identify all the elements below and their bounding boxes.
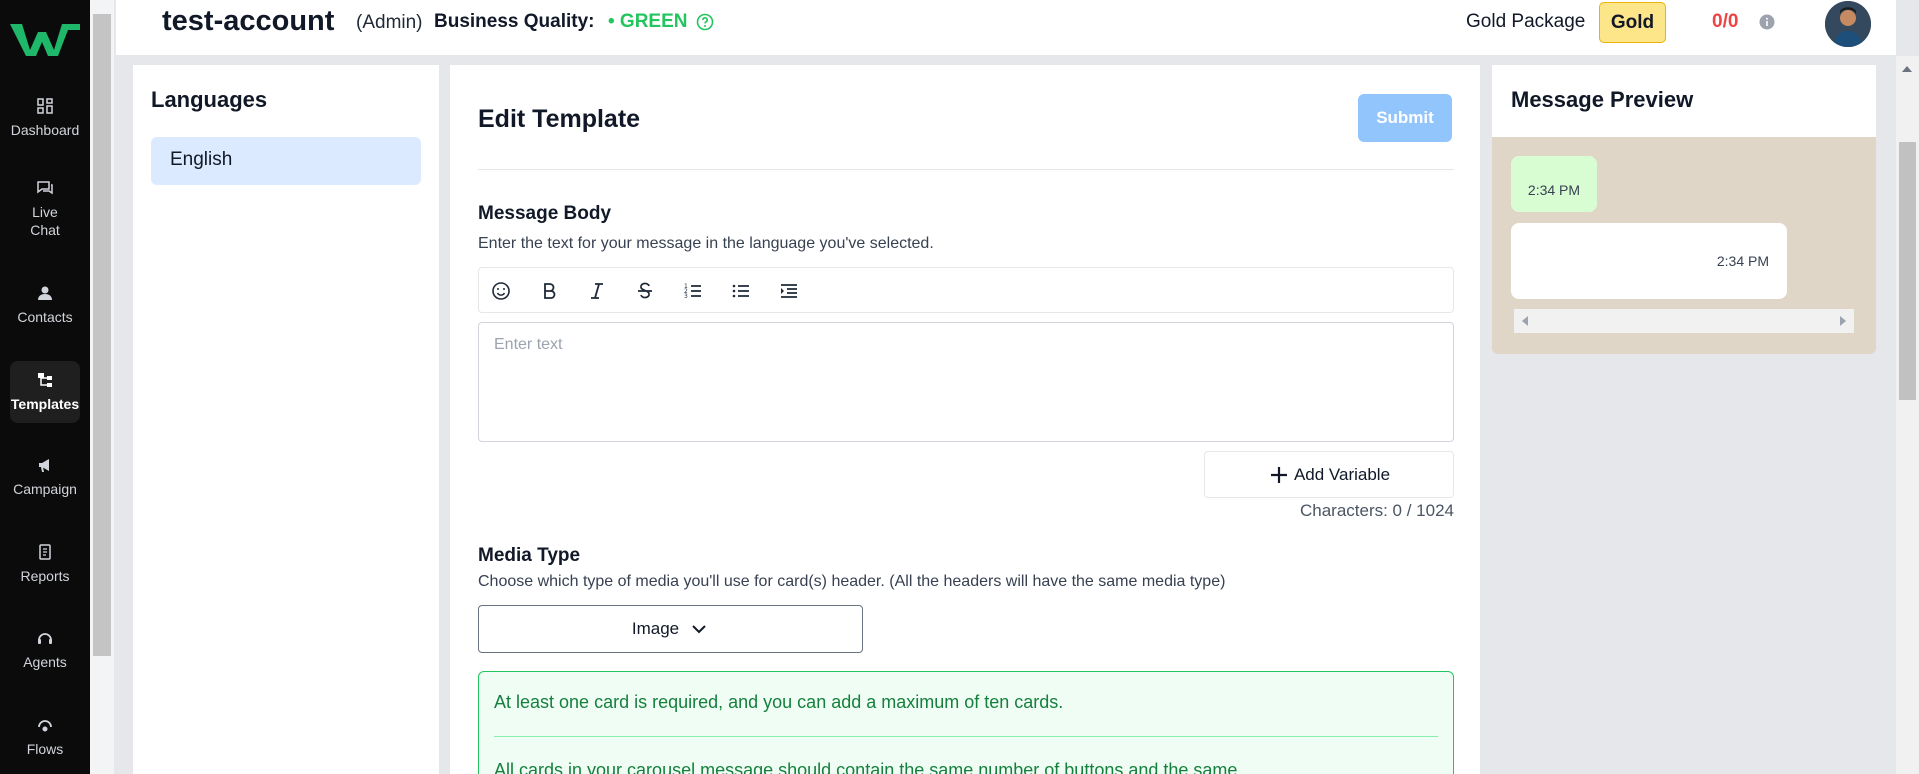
media-type-selected: Image bbox=[631, 619, 680, 638]
info-text-cards: At least one card is required, and you c… bbox=[494, 692, 1064, 712]
formatting-toolbar: 123 bbox=[478, 267, 1454, 313]
chevron-down-icon bbox=[692, 625, 706, 634]
nav-label: Agents bbox=[23, 654, 67, 670]
bubble-timestamp: 2:34 PM bbox=[1716, 253, 1769, 269]
nav-reports[interactable]: Reports bbox=[10, 539, 80, 589]
reports-icon bbox=[39, 544, 51, 560]
nav-contacts[interactable]: Contacts bbox=[10, 280, 80, 330]
brand-logo-icon[interactable] bbox=[8, 16, 82, 60]
media-type-select[interactable]: Image bbox=[478, 605, 863, 653]
message-body-description: Enter the text for your message in the l… bbox=[478, 235, 934, 252]
character-count: Characters: 0 / 1024 bbox=[1299, 501, 1454, 520]
media-type-label: Media Type bbox=[478, 545, 581, 566]
nav-flows[interactable]: Flows bbox=[10, 712, 80, 762]
nav-label: Templates bbox=[10, 396, 80, 412]
bullet-list-icon[interactable] bbox=[731, 281, 751, 301]
sidebar-scrollbar-thumb[interactable] bbox=[93, 14, 111, 656]
message-body-editor[interactable]: Enter text bbox=[478, 322, 1454, 442]
nav-campaign[interactable]: Campaign bbox=[10, 452, 80, 502]
user-avatar[interactable] bbox=[1825, 1, 1871, 47]
carousel-scrollbar[interactable] bbox=[1514, 309, 1854, 333]
nav-templates[interactable]: Templates bbox=[10, 361, 80, 423]
add-variable-button[interactable]: Add Variable bbox=[1204, 451, 1454, 498]
page-scrollbar-thumb[interactable] bbox=[1899, 142, 1916, 400]
avatar-photo-icon bbox=[1825, 1, 1871, 47]
emoji-icon[interactable] bbox=[491, 281, 511, 301]
info-divider bbox=[494, 736, 1438, 737]
page-scrollbar[interactable] bbox=[1896, 56, 1919, 774]
business-quality-label: Business Quality: bbox=[434, 11, 595, 32]
language-item-english[interactable]: English bbox=[151, 137, 421, 185]
chat-icon bbox=[37, 181, 53, 195]
italic-icon[interactable] bbox=[587, 281, 607, 301]
message-preview-panel: Message Preview 2:34 PM 2:34 PM bbox=[1492, 65, 1876, 774]
chat-preview-area: 2:34 PM 2:34 PM bbox=[1492, 137, 1876, 354]
headset-icon bbox=[38, 633, 52, 644]
languages-title: Languages bbox=[151, 87, 268, 112]
package-label: Gold Package bbox=[1466, 11, 1586, 32]
strikethrough-icon[interactable] bbox=[635, 281, 655, 301]
info-icon[interactable] bbox=[1759, 14, 1775, 30]
message-bubble-sent: 2:34 PM bbox=[1511, 156, 1597, 212]
carousel-info-box: At least one card is required, and you c… bbox=[478, 671, 1454, 774]
account-name: test-account bbox=[162, 5, 335, 37]
megaphone-icon bbox=[39, 459, 49, 472]
message-body-label: Message Body bbox=[478, 203, 612, 224]
nav-dashboard[interactable]: Dashboard bbox=[10, 88, 80, 148]
submit-button[interactable]: Submit bbox=[1358, 94, 1452, 142]
business-quality-value: • GREEN bbox=[608, 11, 688, 32]
bold-icon[interactable] bbox=[539, 281, 559, 301]
templates-icon bbox=[38, 373, 52, 387]
bubble-timestamp: 2:34 PM bbox=[1527, 182, 1581, 198]
dashboard-icon bbox=[37, 98, 53, 114]
plus-icon bbox=[1270, 466, 1287, 483]
nav-live-chat[interactable]: Live Chat bbox=[10, 174, 80, 244]
svg-text:3: 3 bbox=[684, 293, 688, 300]
nav-agents[interactable]: Agents bbox=[10, 625, 80, 675]
nav-label: Reports bbox=[20, 568, 70, 584]
preview-title: Message Preview bbox=[1511, 87, 1694, 112]
sidebar: Dashboard Live Chat Contacts Templates C… bbox=[0, 0, 90, 774]
divider bbox=[478, 169, 1454, 170]
sidebar-scrollbar[interactable] bbox=[90, 0, 114, 774]
nav-label: Campaign bbox=[13, 481, 77, 497]
indent-icon[interactable] bbox=[779, 281, 799, 301]
preview-header: Message Preview bbox=[1492, 65, 1876, 137]
languages-panel: Languages English bbox=[133, 65, 439, 774]
scroll-right-arrow-icon[interactable] bbox=[1840, 316, 1846, 326]
info-text-buttons: All cards in your carousel message shoul… bbox=[494, 760, 1238, 774]
add-variable-label: Add Variable bbox=[1293, 464, 1391, 484]
nav-label: Contacts bbox=[17, 309, 73, 325]
account-role: (Admin) bbox=[356, 12, 423, 33]
scroll-up-arrow-icon[interactable] bbox=[1902, 66, 1912, 72]
user-icon bbox=[38, 286, 52, 300]
usage-counter: 0/0 bbox=[1712, 11, 1739, 32]
nav-label: Flows bbox=[26, 741, 64, 757]
scroll-left-arrow-icon[interactable] bbox=[1522, 316, 1528, 326]
editor-placeholder: Enter text bbox=[494, 336, 563, 353]
nav-label: Live Chat bbox=[30, 204, 60, 238]
flows-icon bbox=[38, 720, 52, 732]
top-header: test-account (Admin) Business Quality: •… bbox=[116, 0, 1896, 56]
numbered-list-icon[interactable]: 123 bbox=[683, 281, 703, 301]
edit-template-title: Edit Template bbox=[478, 105, 641, 133]
media-type-description: Choose which type of media you'll use fo… bbox=[478, 573, 1226, 590]
edit-template-panel: Edit Template Submit Message Body Enter … bbox=[450, 65, 1480, 774]
nav-label: Dashboard bbox=[10, 122, 80, 138]
carousel-card-bubble: 2:34 PM bbox=[1511, 223, 1787, 299]
help-circle-icon[interactable] bbox=[696, 13, 714, 31]
package-badge[interactable]: Gold bbox=[1599, 2, 1666, 43]
